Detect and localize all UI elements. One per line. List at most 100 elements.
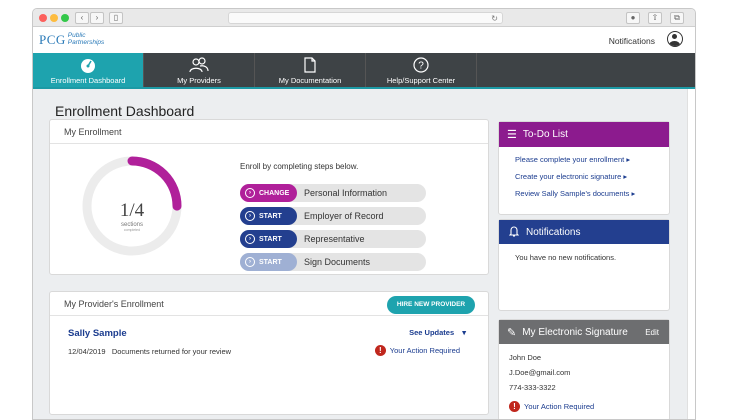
caret-down-icon: ▾ [462,328,466,337]
update-message: Documents returned for your review [111,347,232,356]
logo-mark: PCG [39,32,66,47]
logo-text: Public Partnerships [68,32,105,46]
tab-help-support-center[interactable]: ? Help/Support Center [366,53,477,87]
signature-name: John Doe [509,353,542,362]
step-action-button[interactable]: › START [240,207,297,225]
hire-new-provider-button[interactable]: HIRE NEW PROVIDER [387,296,475,314]
step-action-button[interactable]: › CHANGE [240,184,297,202]
share-icon[interactable]: ⇧ [648,12,662,24]
steps-intro: Enroll by completing steps below. [240,162,359,171]
my-enrollment-card: My Enrollment 1/4 sections completed Enr… [49,119,489,275]
page-scrollbar[interactable] [687,89,695,419]
notifications-title: Notifications [526,226,581,238]
app-header: PCG Public Partnerships Notifications [33,27,695,53]
list-icon: ☰ [507,129,517,141]
caret-right-icon: ▸ [626,155,631,164]
todo-item[interactable]: Review Sally Sample's documents ▸ [515,189,635,198]
progress-value: 1/4 [119,200,145,221]
browser-window: ‹ › ▯ ↻ ● ⇧ ⧉ PCG Public Partnerships Not… [32,8,696,420]
tabs-icon[interactable]: ⧉ [670,12,684,24]
tab-enrollment-dashboard[interactable]: Enrollment Dashboard [33,53,144,87]
step-action-label: CHANGE [259,189,290,197]
chevron-right-icon: › [245,188,255,198]
user-avatar-icon[interactable] [667,31,683,47]
signature-action-required-link[interactable]: ! Your Action Required [509,401,594,412]
provider-update-row: 12/04/2019 Documents returned for your r… [68,347,231,356]
chevron-right-icon: › [245,257,255,267]
step-label: Sign Documents [304,257,371,267]
todo-item-label: Create your electronic signature [515,172,622,181]
provider-name-link[interactable]: Sally Sample [68,328,127,339]
provider-enrollment-card: My Provider's Enrollment HIRE NEW PROVID… [49,291,489,415]
todo-title: To-Do List [522,129,568,140]
notifications-link[interactable]: Notifications [609,36,655,46]
alert-icon: ! [374,345,386,356]
step-action-label: START [259,235,282,243]
signature-phone: 774-333-3322 [509,383,556,392]
caret-right-icon: ▸ [623,172,628,181]
logo-line-2: Partnerships [67,39,105,46]
step-personal-information[interactable]: › CHANGE Personal Information [240,184,426,202]
action-label: Your Action Required [524,402,595,411]
svg-text:?: ? [418,61,424,72]
todo-item-label: Please complete your enrollment [515,155,625,164]
alert-icon: ! [509,401,520,412]
step-label: Employer of Record [304,211,384,221]
see-updates-label: See Updates [409,328,455,337]
step-label: Personal Information [304,188,388,198]
forward-icon[interactable]: › [90,12,104,24]
update-date: 12/04/2019 [68,347,106,356]
gauge-icon [33,57,143,73]
edit-signature-link[interactable]: Edit [645,328,659,337]
progress-sublabel: completed [123,228,141,232]
step-action-label: START [259,212,282,220]
signature-header: ✎ My Electronic Signature Edit [499,320,669,344]
tab-my-providers[interactable]: My Providers [144,53,255,87]
progress-readout: 1/4 sections completed [80,200,184,232]
people-icon [144,57,254,73]
todo-item[interactable]: Create your electronic signature ▸ [515,172,627,181]
address-bar[interactable]: ↻ [228,12,503,24]
todo-item[interactable]: Please complete your enrollment ▸ [515,155,630,164]
chevron-right-icon: › [245,211,255,221]
tab-label: My Documentation [278,76,342,85]
step-action-button[interactable]: › START [240,230,297,248]
maximize-window-button[interactable] [61,14,69,22]
step-action-button[interactable]: › START [240,253,297,271]
close-window-button[interactable] [39,14,47,22]
pcg-logo[interactable]: PCG Public Partnerships [39,32,104,48]
caret-right-icon: ▸ [631,189,636,198]
reload-icon[interactable]: ↻ [491,13,498,24]
todo-list-card: ☰ To-Do List Please complete your enrollm… [498,121,670,215]
download-icon[interactable]: ● [626,12,640,24]
notifications-header: Notifications [499,220,669,244]
back-icon[interactable]: ‹ [75,12,89,24]
bell-icon [508,225,520,240]
see-updates-dropdown[interactable]: See Updates ▾ [409,328,466,337]
tab-my-documentation[interactable]: My Documentation [255,53,366,87]
electronic-signature-card: ✎ My Electronic Signature Edit John Doe J… [498,319,670,419]
page-title: Enrollment Dashboard [55,103,195,119]
todo-header: ☰ To-Do List [499,122,669,147]
document-icon [255,57,365,73]
signature-email: J.Doe@gmail.com [509,368,571,377]
help-icon: ? [366,57,476,73]
notifications-card: Notifications You have no new notificati… [498,219,670,311]
tab-label: My Providers [177,76,221,85]
todo-item-label: Review Sally Sample's documents [515,189,630,198]
sidebar-icon[interactable]: ▯ [109,12,123,24]
step-employer-of-record[interactable]: › START Employer of Record [240,207,426,225]
step-action-label: START [259,258,282,266]
provider-action-required-link[interactable]: ! Your Action Required [374,345,460,356]
logo-line-1: Public [67,32,86,39]
signature-title: My Electronic Signature [522,326,628,338]
action-label: Your Action Required [389,346,460,355]
minimize-window-button[interactable] [50,14,58,22]
card-title: My Enrollment [50,120,488,144]
step-representative[interactable]: › START Representative [240,230,426,248]
tab-label: Enrollment Dashboard [50,76,126,85]
tab-label: Help/Support Center [386,76,456,85]
notifications-empty-message: You have no new notifications. [515,253,617,262]
step-sign-documents[interactable]: › START Sign Documents [240,253,426,271]
step-label: Representative [304,234,365,244]
